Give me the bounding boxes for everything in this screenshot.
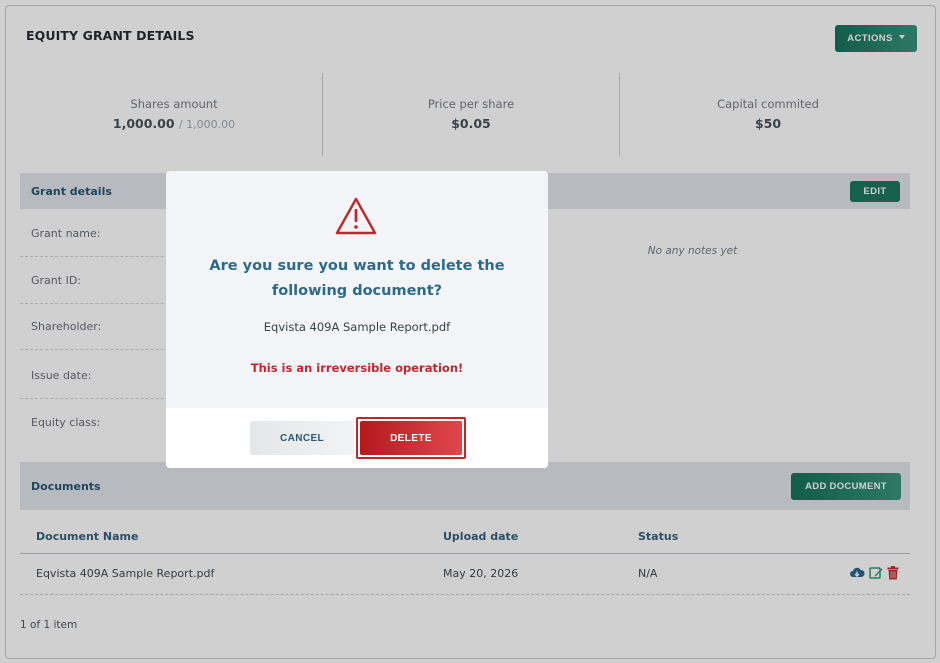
irreversible-warning: This is an irreversible operation! — [250, 361, 464, 375]
modal-title: Are you sure you want to delete the foll… — [166, 254, 548, 304]
delete-confirmation-modal: Are you sure you want to delete the foll… — [166, 171, 548, 468]
delete-button[interactable]: DELETE — [360, 421, 462, 455]
delete-button-focus-ring: DELETE — [356, 417, 466, 459]
modal-footer: CANCEL DELETE — [166, 408, 548, 468]
modal-document-name: Eqvista 409A Sample Report.pdf — [263, 320, 451, 334]
warning-triangle-icon — [335, 197, 377, 235]
modal-title-line-2: following document? — [271, 283, 443, 299]
modal-body: Are you sure you want to delete the foll… — [166, 171, 548, 408]
cancel-button[interactable]: CANCEL — [250, 421, 354, 455]
modal-title-line-1: Are you sure you want to delete the — [209, 258, 505, 274]
